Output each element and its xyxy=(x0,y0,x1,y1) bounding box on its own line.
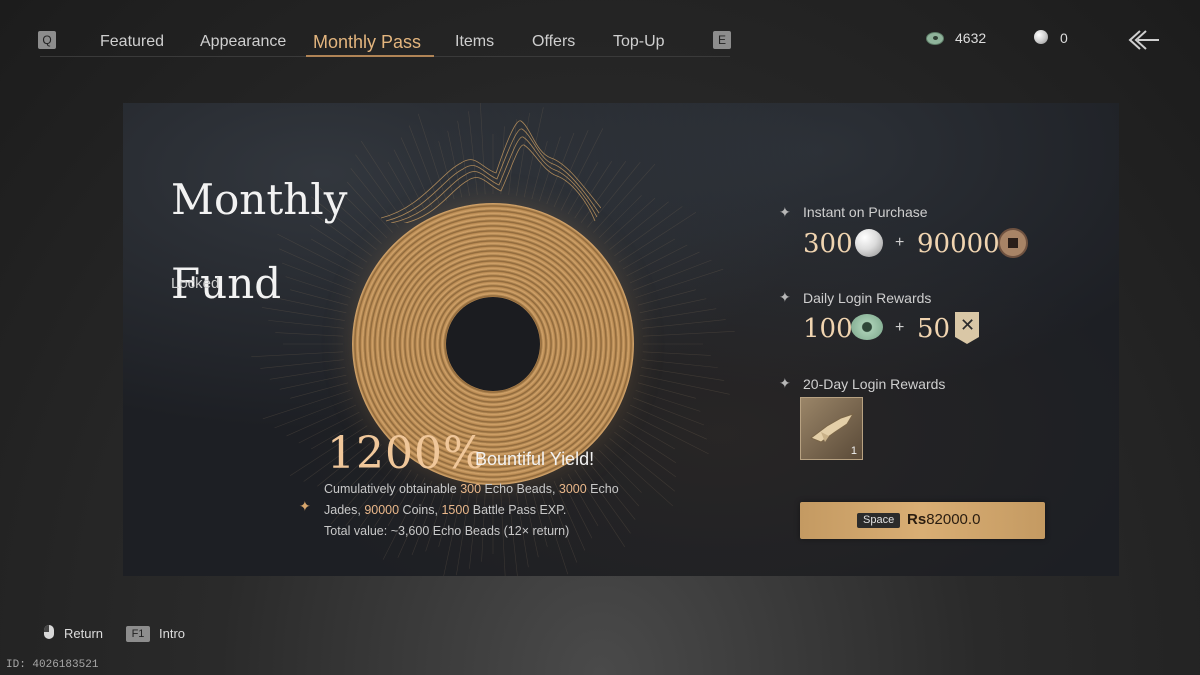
ray-line xyxy=(626,411,709,455)
desc-value: 300 xyxy=(460,482,482,496)
sparkle-icon: ✦ xyxy=(299,498,311,514)
tab-top-up[interactable]: Top-Up xyxy=(613,30,665,54)
tab-appearance[interactable]: Appearance xyxy=(200,30,286,54)
reward-item-slot[interactable]: 1 xyxy=(800,397,863,460)
ray-line xyxy=(635,390,701,412)
ray-line xyxy=(642,331,735,337)
echo-jade-icon xyxy=(851,314,883,340)
user-id: ID: 4026183521 xyxy=(6,659,99,671)
plus-sign: + xyxy=(895,319,905,336)
tab-items[interactable]: Items xyxy=(455,30,494,54)
desc-text: Battle Pass EXP. xyxy=(469,503,567,517)
desc-value: 1500 xyxy=(441,503,470,517)
title-line-1: Monthly xyxy=(171,175,348,224)
desc-value: 3000 xyxy=(558,482,587,496)
sparkle-icon: ✦ xyxy=(779,375,791,391)
ray-line xyxy=(629,404,707,440)
f1-key-hint: F1 xyxy=(126,626,150,642)
tab-featured[interactable]: Featured xyxy=(100,30,164,54)
back-arrow-icon[interactable] xyxy=(1126,28,1160,52)
desc-text: Coins, xyxy=(399,503,442,517)
daily-amount-exp: 50 xyxy=(917,314,951,344)
tab-offers[interactable]: Offers xyxy=(532,30,575,54)
ray-line xyxy=(642,359,718,368)
instant-amount-coins: 90000 xyxy=(917,229,1000,259)
ring-center xyxy=(446,297,540,391)
item-count: 1 xyxy=(850,445,857,457)
ray-line xyxy=(641,367,725,381)
ray-line xyxy=(593,163,656,233)
desc-text: Cumulatively obtainable xyxy=(324,482,461,496)
pearl-icon xyxy=(1034,30,1048,44)
mouse-icon xyxy=(44,625,54,639)
sparkle-icon: ✦ xyxy=(779,289,791,305)
yield-label: Bountiful Yield! xyxy=(475,449,595,469)
purchase-button[interactable]: Space Rs82000.0 xyxy=(800,502,1045,539)
ray-line xyxy=(251,351,344,357)
prev-tab-key[interactable]: Q xyxy=(38,31,56,49)
reward-item-icon xyxy=(809,413,855,443)
ray-line xyxy=(618,211,697,263)
ray-line xyxy=(269,367,345,380)
plus-sign: + xyxy=(895,234,905,251)
twenty-day-heading: 20-Day Login Rewards xyxy=(803,376,946,392)
coin-icon xyxy=(998,228,1028,258)
instant-amount-beads: 300 xyxy=(803,229,853,259)
ray-line xyxy=(635,268,724,298)
pearl-balance: 0 xyxy=(1060,30,1068,46)
desc-text: Echo Beads, xyxy=(481,482,559,496)
jade-balance: 4632 xyxy=(955,30,987,46)
ray-line xyxy=(262,390,351,420)
top-navigation: Q Featured Appearance Monthly Pass Items… xyxy=(0,0,1200,80)
echo-bead-icon xyxy=(855,229,883,257)
ray-line xyxy=(609,201,669,250)
yield-description: Cumulatively obtainable 300 Echo Beads, … xyxy=(324,479,624,542)
ray-line xyxy=(641,308,717,321)
monthly-fund-panel: Monthly Fund Locked 1200% Bountiful Yiel… xyxy=(123,103,1119,576)
daily-heading: Daily Login Rewards xyxy=(803,290,932,306)
battle-pass-exp-icon: ✕ xyxy=(955,312,979,344)
tab-monthly-pass[interactable]: Monthly Pass xyxy=(313,30,421,54)
status-label: Locked xyxy=(171,275,220,292)
intro-button[interactable]: Intro xyxy=(159,626,185,641)
ray-line xyxy=(639,374,730,395)
next-tab-key[interactable]: E xyxy=(713,31,731,49)
ray-line xyxy=(604,197,656,244)
panel-title: Monthly Fund xyxy=(171,158,371,326)
total-value-text: Total value: ~3,600 Echo Beads (12× retu… xyxy=(324,524,570,538)
return-button[interactable]: Return xyxy=(64,626,103,641)
ray-line xyxy=(642,351,711,356)
ray-line xyxy=(260,359,344,369)
price-amount: 82000.0 xyxy=(926,511,981,528)
ray-line xyxy=(639,298,707,314)
sparkle-icon: ✦ xyxy=(779,204,791,220)
ray-line xyxy=(614,431,677,478)
daily-amount-jades: 100 xyxy=(803,314,853,344)
active-tab-indicator xyxy=(306,55,434,57)
yield-percent: 1200% xyxy=(327,428,486,479)
space-key-hint: Space xyxy=(857,513,901,528)
ray-line xyxy=(279,374,347,390)
ray-line xyxy=(618,425,676,463)
ray-line xyxy=(642,319,726,329)
price-label: Rs82000.0 xyxy=(907,511,980,528)
ray-line xyxy=(598,195,642,239)
desc-value: 90000 xyxy=(364,503,400,517)
jade-icon xyxy=(926,32,944,45)
instant-heading: Instant on Purchase xyxy=(803,204,928,220)
ray-line xyxy=(275,332,344,337)
ray-line xyxy=(614,206,683,257)
currency-prefix: Rs xyxy=(907,511,927,528)
